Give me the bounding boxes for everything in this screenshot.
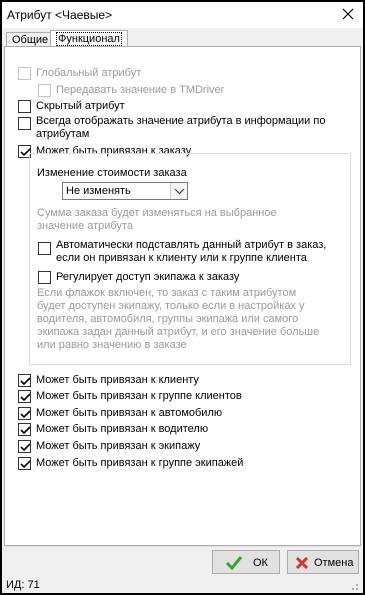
always-show-checkbox[interactable] (18, 117, 31, 130)
ok-label: ОК (253, 557, 268, 569)
global-attr-label: Глобальный атрибут (36, 67, 142, 79)
checkmark-icon (20, 426, 31, 435)
checkmark-icon (20, 460, 31, 469)
close-icon (295, 556, 309, 570)
footer-divider (4, 546, 361, 547)
cost-change-select[interactable]: Не изменять (62, 182, 188, 200)
tab-general-label: Общие (12, 34, 49, 46)
tab-functional[interactable]: Функционал (50, 30, 128, 47)
combo-dropdown-button[interactable] (170, 183, 187, 199)
resize-grip-icon[interactable] (349, 581, 359, 591)
bind-driver-checkbox[interactable] (18, 423, 31, 436)
checkmark-icon (225, 556, 243, 571)
bind-car-label: Может быть привязан к автомобилю (36, 407, 223, 419)
bind-client-group-checkbox[interactable] (18, 390, 31, 403)
cancel-button[interactable]: Отмена (287, 550, 359, 574)
bind-client-label: Может быть привязан к клиенту (36, 374, 199, 386)
bind-crew-group-label: Может быть привязан к группе экипажей (36, 457, 244, 469)
pass-tmdriver-label: Передавать значение в TMDriver (56, 84, 225, 96)
cost-change-hint: Сумма заказа будет изменяться на выбранн… (37, 207, 277, 232)
checkmark-icon (20, 393, 31, 402)
auto-substitute-checkbox[interactable] (38, 242, 51, 255)
bind-car-checkbox[interactable] (18, 407, 31, 420)
id-text: ИД: 71 (6, 579, 40, 591)
always-show-label: Всегда отображать значение атрибута в ин… (36, 115, 326, 140)
bind-client-checkbox[interactable] (18, 374, 31, 387)
functional-panel: Глобальный атрибут Передавать значение в… (4, 46, 361, 546)
hidden-attr-label: Скрытый атрибут (36, 100, 125, 112)
bind-client-group-label: Может быть привязан к группе клиентов (36, 390, 242, 402)
auto-substitute-label: Автоматически подставлять данный атрибут… (56, 239, 327, 264)
global-attr-checkbox[interactable] (18, 67, 31, 80)
cancel-label: Отмена (314, 557, 354, 569)
checkmark-icon (20, 410, 31, 419)
window-title: Атрибут <Чаевые> (7, 8, 113, 22)
attribute-dialog: Атрибут <Чаевые> Общие Функционал Глобал… (0, 0, 365, 595)
title-bar: Атрибут <Чаевые> (2, 2, 363, 28)
cost-change-value: Не изменять (66, 185, 131, 197)
bind-crew-group-checkbox[interactable] (18, 457, 31, 470)
tab-functional-label: Функционал (56, 32, 122, 46)
checkmark-icon (20, 377, 31, 386)
crew-access-label: Регулирует доступ экипажа к заказу (56, 271, 240, 283)
cost-change-label: Изменение стоимости заказа (37, 167, 187, 179)
bind-driver-label: Может быть привязан к водителю (36, 423, 209, 435)
tab-strip: Общие Функционал (4, 30, 361, 47)
pass-tmdriver-checkbox[interactable] (38, 84, 51, 97)
checkmark-icon (20, 443, 31, 452)
ok-button[interactable]: ОК (212, 550, 280, 574)
crew-access-checkbox[interactable] (38, 271, 51, 284)
close-icon (342, 8, 354, 20)
bind-crew-label: Может быть привязан к экипажу (36, 440, 201, 452)
chevron-down-icon (174, 188, 185, 195)
status-bar: ИД: 71 (4, 577, 361, 593)
bind-crew-checkbox[interactable] (18, 440, 31, 453)
close-button[interactable] (339, 5, 357, 23)
hidden-attr-checkbox[interactable] (18, 100, 31, 113)
crew-access-hint: Если флажок включен, то заказ с таким ат… (37, 287, 320, 351)
tab-general[interactable]: Общие (6, 32, 55, 47)
